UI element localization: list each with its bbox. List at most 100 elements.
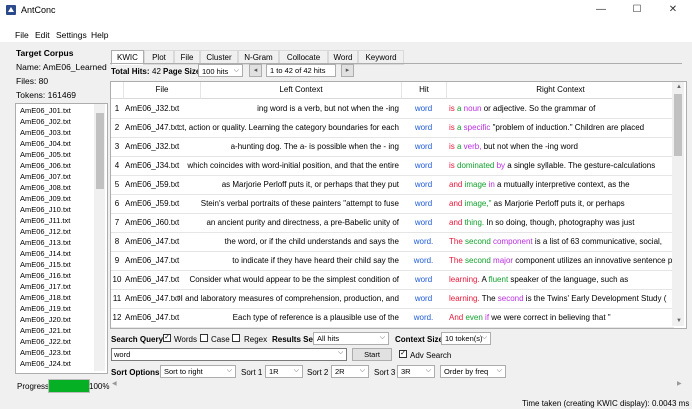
minimize-button[interactable]: —: [583, 0, 619, 20]
close-button[interactable]: ✕: [655, 0, 691, 20]
table-row[interactable]: 3 AmE06_J32.txt a-hunting dog. The a- is p…: [111, 137, 674, 157]
row-right-context: learning. A fluent speaker of the langua…: [449, 275, 629, 284]
adv-search-checkbox[interactable]: ✓: [399, 350, 407, 358]
file-list-scroll-thumb[interactable]: [96, 113, 104, 189]
horizontal-scrollbar[interactable]: [110, 380, 685, 390]
status-bar-text: Time taken (creating KWIC display): 0.00…: [522, 399, 690, 408]
corpus-file-item[interactable]: AmE06_J15.txt: [20, 260, 71, 269]
corpus-file-item[interactable]: AmE06_J22.txt: [20, 337, 71, 346]
header-right-context[interactable]: Right Context: [447, 82, 675, 99]
table-row[interactable]: 1 AmE06_J32.txt ing word is a verb, but no…: [111, 99, 674, 119]
maximize-button[interactable]: ☐: [619, 0, 655, 20]
header-left-context[interactable]: Left Context: [201, 82, 402, 99]
row-number: 11: [112, 294, 122, 303]
corpus-file-item[interactable]: AmE06_J03.txt: [20, 128, 71, 137]
corpus-file-item[interactable]: AmE06_J10.txt: [20, 205, 71, 214]
row-hit-word[interactable]: word.: [401, 251, 446, 270]
table-row[interactable]: 9 AmE06_J47.txt to indicate if they have h…: [111, 251, 677, 271]
corpus-name: Name: AmE06_Learned: [16, 62, 107, 72]
menu-settings[interactable]: Settings: [56, 30, 87, 40]
scroll-left-icon[interactable]: ◀: [112, 380, 117, 387]
corpus-file-item[interactable]: AmE06_J23.txt: [20, 348, 71, 357]
tab-pane-border: [110, 63, 682, 64]
scroll-down-icon[interactable]: ▼: [676, 318, 682, 324]
row-hit-word[interactable]: word.: [401, 232, 446, 251]
corpus-file-item[interactable]: AmE06_J12.txt: [20, 227, 71, 236]
results-set-select[interactable]: All hits: [313, 332, 389, 345]
corpus-file-item[interactable]: AmE06_J21.txt: [20, 326, 71, 335]
corpus-file-item[interactable]: AmE06_J16.txt: [20, 271, 71, 280]
corpus-file-item[interactable]: AmE06_J09.txt: [20, 194, 71, 203]
menu-edit[interactable]: Edit: [35, 30, 50, 40]
previous-page-button[interactable]: ◂: [249, 64, 262, 77]
row-hit-word[interactable]: word: [401, 118, 446, 137]
header-hit[interactable]: Hit: [402, 82, 447, 99]
corpus-file-item[interactable]: AmE06_J08.txt: [20, 183, 71, 192]
table-row[interactable]: 5 AmE06_J59.txt as Marjorie Perloff puts i…: [111, 175, 674, 195]
corpus-file-item[interactable]: AmE06_J07.txt: [20, 172, 71, 181]
corpus-file-item[interactable]: AmE06_J18.txt: [20, 293, 71, 302]
header-file[interactable]: File: [124, 82, 201, 99]
corpus-file-item[interactable]: AmE06_J24.txt: [20, 359, 71, 368]
menu-file[interactable]: File: [15, 30, 29, 40]
row-right-context: learning. The second is the Twins' Early…: [449, 294, 667, 303]
row-right-context: and thing. In so doing, though, photogra…: [449, 218, 635, 227]
corpus-file-item[interactable]: AmE06_J06.txt: [20, 161, 71, 170]
table-row[interactable]: 10 AmE06_J47.txt Consider what would appea…: [111, 270, 674, 290]
page-size-select[interactable]: 100 hits: [198, 64, 243, 77]
start-button[interactable]: Start: [352, 348, 392, 361]
words-checkbox[interactable]: ✓: [163, 334, 171, 342]
adv-search-label: Adv Search: [410, 351, 452, 360]
row-hit-word[interactable]: word: [401, 289, 446, 308]
table-row[interactable]: 6 AmE06_J59.txt Stein's verbal portraits o…: [111, 194, 674, 214]
sort-direction-select[interactable]: Sort to right: [160, 365, 236, 378]
table-row[interactable]: 4 AmE06_J34.txt which coincides with word-…: [111, 156, 674, 176]
corpus-file-item[interactable]: AmE06_J05.txt: [20, 150, 71, 159]
corpus-file-item[interactable]: AmE06_J11.txt: [20, 216, 70, 225]
menu-help[interactable]: Help: [91, 30, 108, 40]
corpus-file-item[interactable]: AmE06_J04.txt: [20, 139, 71, 148]
corpus-file-item[interactable]: AmE06_J17.txt: [20, 282, 71, 291]
checkmark-icon: ✓: [164, 334, 170, 341]
corpus-file-item[interactable]: AmE06_J13.txt: [20, 238, 71, 247]
search-query-input[interactable]: word: [111, 348, 347, 361]
case-checkbox[interactable]: [200, 334, 208, 342]
sort3-select[interactable]: 3R: [397, 365, 435, 378]
row-hit-word[interactable]: word: [401, 213, 446, 232]
row-hit-word[interactable]: word: [401, 99, 446, 118]
corpus-file-item[interactable]: AmE06_J14.txt: [20, 249, 71, 258]
corpus-file-item[interactable]: AmE06_J02.txt: [20, 117, 71, 126]
row-hit-word[interactable]: word: [401, 156, 446, 175]
table-row[interactable]: 7 AmE06_J60.txt an ancient purity and dire…: [111, 213, 674, 233]
progress-label: Progress: [17, 382, 50, 391]
sort2-select[interactable]: 2R: [331, 365, 369, 378]
scroll-up-icon[interactable]: ▲: [676, 84, 682, 90]
corpus-file-item[interactable]: AmE06_J01.txt: [20, 106, 71, 115]
corpus-file-item[interactable]: AmE06_J20.txt: [20, 315, 71, 324]
results-table-scroll-thumb[interactable]: [674, 94, 682, 156]
row-hit-word[interactable]: word: [401, 137, 446, 156]
row-hit-word[interactable]: word: [401, 194, 446, 213]
next-page-button[interactable]: ▸: [341, 64, 354, 77]
table-row[interactable]: 2 AmE06_J47.txt object, action or quality.…: [111, 118, 674, 138]
order-select[interactable]: Order by freq: [440, 365, 506, 378]
row-file: AmE06_J47.txt: [125, 275, 180, 284]
context-size-spinner[interactable]: 10 token(s): [441, 332, 491, 345]
sort1-select[interactable]: 1R: [265, 365, 303, 378]
row-left-context: Consider what would appear to be the sim…: [189, 275, 399, 284]
table-row[interactable]: 11 AmE06_J47.txt MCDI and laboratory measu…: [111, 289, 674, 309]
scroll-right-icon[interactable]: ▶: [677, 380, 682, 387]
row-hit-word[interactable]: word: [401, 270, 446, 289]
regex-checkbox[interactable]: [232, 334, 240, 342]
row-right-context: And even if we were correct in believing…: [449, 313, 611, 322]
corpus-file-item[interactable]: AmE06_J19.txt: [20, 304, 71, 313]
table-row[interactable]: 8 AmE06_J47.txt the word, or if the child …: [111, 232, 674, 252]
search-history-dropdown-icon[interactable]: ⌵: [338, 349, 343, 357]
row-left-context: Stein's verbal portraits of these painte…: [200, 199, 399, 208]
row-right-context: The second component is a list of 63 com…: [449, 237, 663, 246]
regex-label: Regex: [244, 335, 268, 344]
row-hit-word[interactable]: word: [401, 175, 446, 194]
row-number: 4: [114, 161, 120, 170]
row-hit-word[interactable]: word.: [401, 308, 446, 327]
table-row[interactable]: 12 AmE06_J47.txt Each type of reference is…: [111, 308, 674, 328]
